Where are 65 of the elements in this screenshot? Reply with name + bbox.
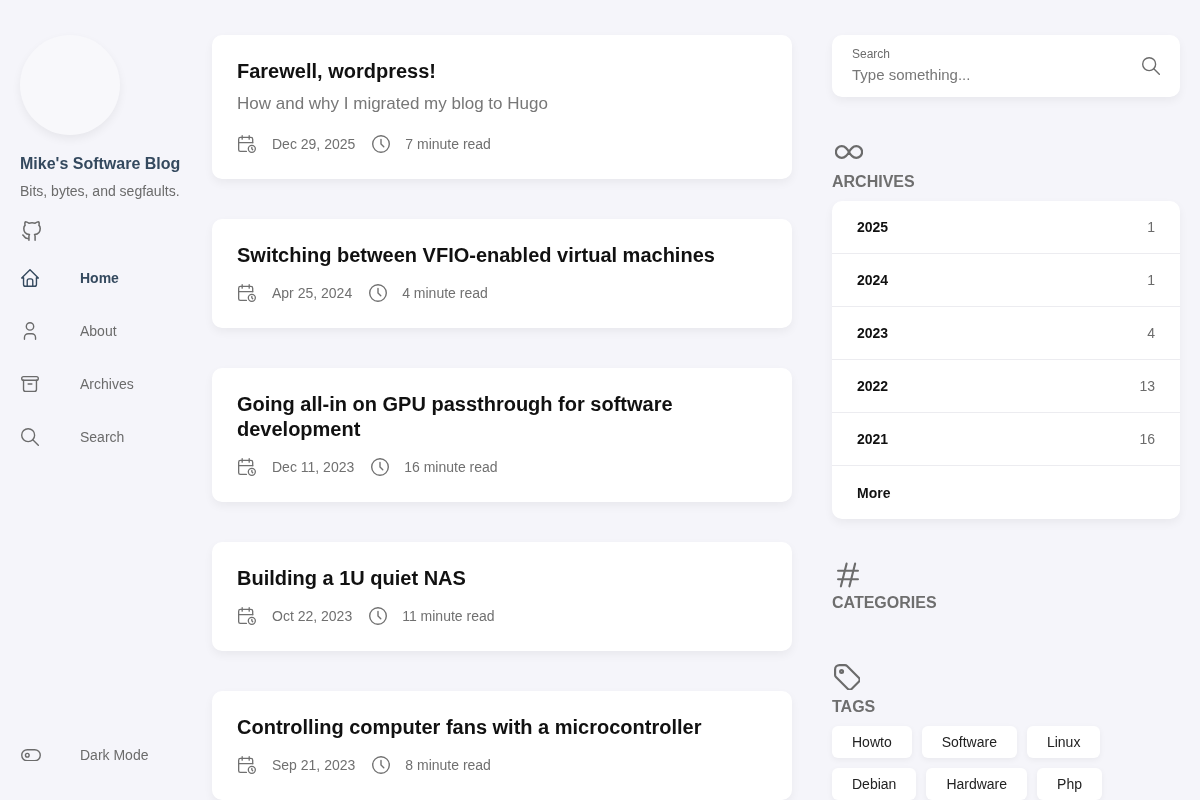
search-icon [1142, 57, 1160, 75]
tag-link[interactable]: Php [1037, 768, 1102, 800]
post-date: Dec 11, 2023 [272, 458, 355, 477]
tag-link[interactable]: Linux [1026, 726, 1101, 758]
more-link[interactable]: More [857, 483, 891, 502]
clock-icon [369, 284, 388, 302]
clock-icon [372, 756, 391, 774]
archive-year-link[interactable]: 2022 [857, 377, 889, 395]
github-icon[interactable] [22, 221, 41, 241]
calendar-clock-icon [238, 135, 256, 153]
section-heading: TAGS [832, 697, 877, 717]
post-count: 1 [1147, 218, 1155, 236]
post-date: Dec 29, 2025 [272, 135, 356, 154]
clock-icon [371, 458, 390, 476]
dark-mode-toggle[interactable]: Dark Mode [20, 745, 192, 765]
tag-link[interactable]: Howto [832, 726, 912, 758]
post-title[interactable]: Controlling computer fans with a microcontroller [237, 715, 767, 740]
post-date: Sep 21, 2023 [272, 756, 356, 775]
hash-icon [837, 562, 859, 588]
archive-box-icon [21, 374, 39, 393]
search-icon [21, 427, 39, 446]
post-date: Oct 22, 2023 [272, 607, 353, 626]
person-icon [21, 321, 39, 340]
archive-year-link[interactable]: 2023 [857, 324, 889, 342]
read-time: 16 minute read [404, 458, 498, 477]
read-time: 11 minute read [402, 607, 495, 626]
tag-icon [834, 664, 860, 690]
post-count: 13 [1139, 377, 1155, 395]
infinity-icon [835, 144, 863, 160]
read-time: 4 minute read [402, 284, 488, 303]
tag-link[interactable]: Software [921, 726, 1017, 758]
archive-year-link[interactable]: 2024 [857, 271, 889, 289]
section-heading: CATEGORIES [832, 593, 938, 613]
post-title[interactable]: Farewell, wordpress! [237, 59, 767, 84]
calendar-clock-icon [238, 458, 256, 476]
calendar-clock-icon [238, 756, 256, 774]
post-count: 16 [1139, 430, 1155, 448]
site-title[interactable]: Mike's Software Blog [20, 154, 192, 174]
home-icon [21, 268, 39, 287]
post-title[interactable]: Switching between VFIO-enabled virtual machines [237, 243, 767, 268]
read-time: 7 minute read [405, 135, 491, 154]
calendar-clock-icon [238, 284, 256, 302]
section-heading: ARCHIVES [832, 172, 916, 192]
post-subtitle: How and why I migrated my blog to Hugo [237, 93, 549, 115]
site-subtitle: Bits, bytes, and segfaults. [20, 182, 181, 200]
post-date: Apr 25, 2024 [272, 284, 353, 303]
post-title[interactable]: Building a 1U quiet NAS [237, 566, 767, 591]
search-field[interactable]: Search Type something... [832, 35, 1180, 97]
clock-icon [369, 607, 388, 625]
read-time: 8 minute read [405, 756, 491, 775]
archive-year-link[interactable]: 2021 [857, 430, 889, 448]
nav-link[interactable]: Archives [20, 374, 134, 393]
post-title[interactable]: Going all-in on GPU passthrough for software development [237, 392, 767, 442]
post-count: 4 [1147, 324, 1155, 342]
nav-link[interactable]: Search [20, 427, 125, 446]
tag-link[interactable]: Debian [832, 768, 917, 800]
search-field-label: Search [852, 47, 892, 62]
nav-link[interactable]: Home [20, 268, 119, 287]
archive-year-link[interactable]: 2025 [857, 218, 889, 236]
nav-link[interactable]: About [20, 321, 117, 340]
search-input[interactable]: Type something... [852, 65, 1122, 85]
post-count: 1 [1147, 271, 1155, 289]
tag-link[interactable]: Hardware [926, 768, 1028, 800]
clock-icon [372, 135, 391, 153]
calendar-clock-icon [238, 607, 256, 625]
